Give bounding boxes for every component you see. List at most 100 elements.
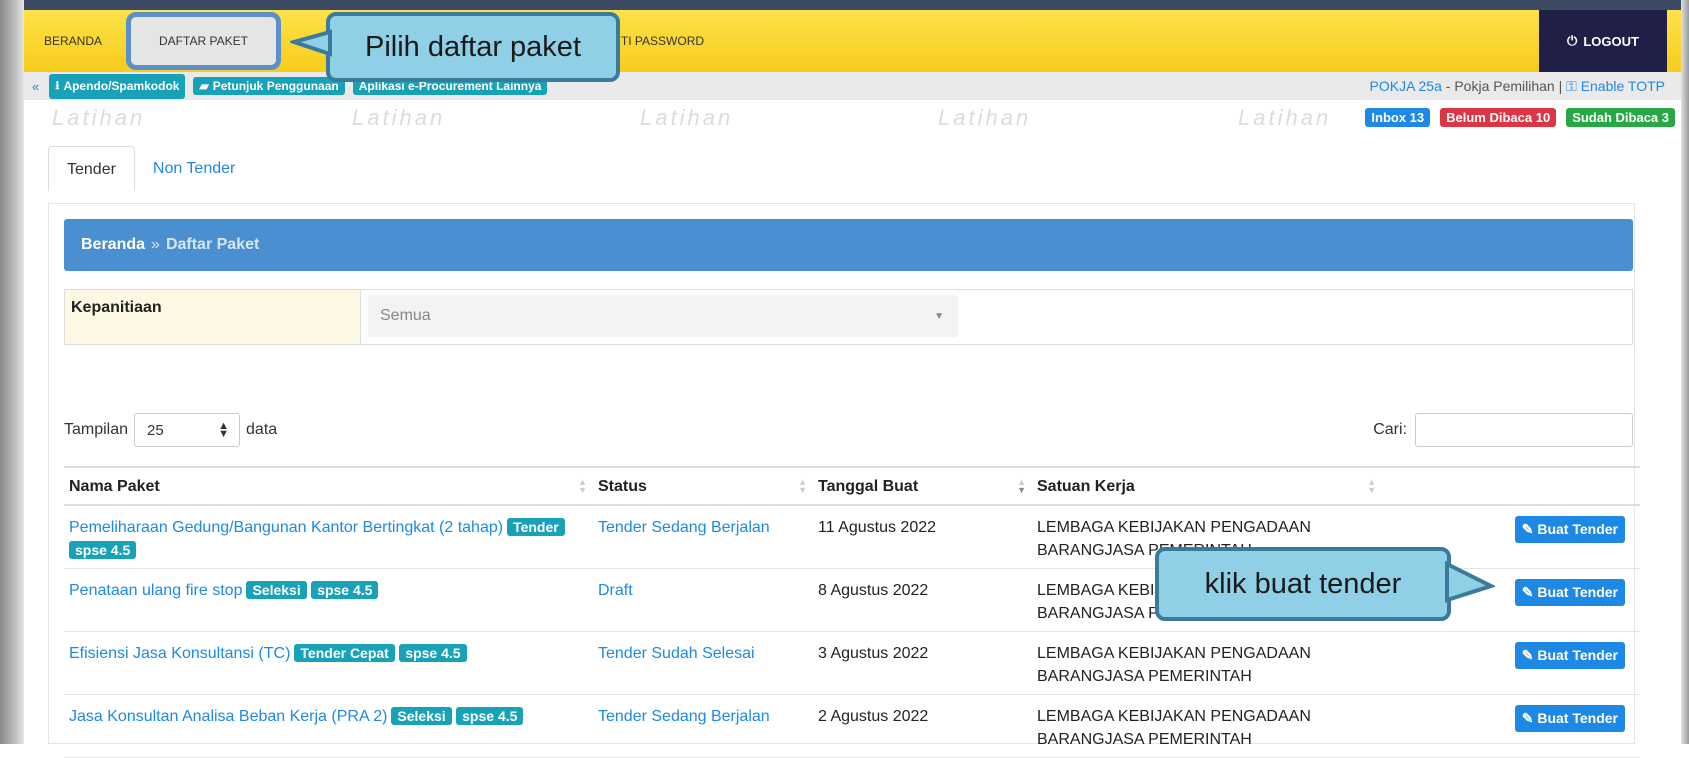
buat-tender-button[interactable]: ✎ Buat Tender	[1514, 704, 1625, 732]
cell-tanggal: 3 Agustus 2022	[813, 631, 1032, 695]
tab-non-tender[interactable]: Non Tender	[135, 146, 253, 191]
buat-tender-button[interactable]: ✎ Buat Tender	[1514, 578, 1625, 606]
col-tanggal-buat[interactable]: Tanggal Buat ▲ ▼	[813, 466, 1032, 506]
callout-pointer-icon	[290, 29, 332, 57]
window-top-border	[0, 0, 1689, 10]
callout-pointer-icon	[1445, 560, 1495, 603]
kepanitiaan-select[interactable]: Semua ▼	[368, 295, 958, 337]
length-suffix: data	[246, 421, 278, 438]
watermark: Latihan	[640, 105, 734, 130]
breadcrumb-home[interactable]: Beranda	[81, 236, 145, 254]
message-badges: Inbox 13 Belum Dibaca 10 Sudah Dibaca 3	[1365, 108, 1675, 127]
collapse-chevron-icon[interactable]: «	[32, 79, 39, 94]
updown-arrows-icon: ▲ ▼	[218, 420, 230, 440]
cell-action: ✎ Buat Tender	[1382, 694, 1640, 758]
cell-tanggal: 8 Agustus 2022	[813, 568, 1032, 632]
top-navbar: BERANDA DAFTAR PAKET GANTI PASSWORD ⏻ LO…	[24, 10, 1681, 72]
apendo-link[interactable]: ⭳ Apendo/Spamkodok	[49, 73, 186, 99]
version-badge: spse 4.5	[399, 643, 467, 662]
sort-icon: ▲ ▼	[1017, 477, 1026, 495]
unread-badge[interactable]: Belum Dibaca 10	[1440, 108, 1557, 127]
col-nama-paket[interactable]: Nama Paket ▲ ▼	[64, 466, 593, 506]
edit-icon: ✎	[1521, 646, 1538, 663]
cell-nama: Penataan ulang fire stop Seleksi spse 4.5	[64, 568, 593, 632]
edit-icon: ✎	[1521, 521, 1538, 537]
tag-badge: Tender	[507, 518, 565, 536]
apendo-label: Apendo/Spamkodok	[63, 79, 180, 93]
page-length-select[interactable]: 25 ▲ ▼	[134, 413, 241, 447]
cell-satuan-kerja: LEMBAGA KEBIJAKAN PENGADAAN BARANGJASA P…	[1032, 631, 1382, 695]
tender-tabs: Tender Non Tender	[48, 146, 253, 191]
paket-link[interactable]: Penataan ulang fire stop	[69, 582, 242, 599]
col-status[interactable]: Status ▲ ▼	[593, 466, 813, 506]
buat-tender-button[interactable]: ✎ Buat Tender	[1514, 516, 1625, 543]
cell-nama: Pemeliharaan Gedung/Bangunan Kantor Bert…	[64, 505, 593, 569]
length-value: 25	[147, 421, 164, 439]
version-badge: spse 4.5	[311, 580, 379, 599]
window-right-shadow	[1681, 0, 1689, 744]
callout-klik-buat-tender: klik buat tender	[1155, 547, 1451, 621]
callout-text: klik buat tender	[1204, 567, 1402, 600]
table-search: Cari:	[1373, 413, 1633, 447]
cell-status[interactable]: Draft	[593, 568, 813, 632]
logout-label: LOGOUT	[1583, 33, 1639, 49]
sort-icon: ▲ ▼	[1367, 477, 1376, 495]
length-prefix: Tampilan	[64, 421, 129, 438]
tag-badge: Tender Cepat	[294, 643, 395, 662]
edit-icon: ✎	[1521, 583, 1538, 600]
user-role: - Pokja Pemilihan |	[1441, 78, 1567, 94]
table-header-row: Nama Paket ▲ ▼ Status ▲ ▼ Tanggal Buat ▲ ▼ Sat…	[64, 466, 1640, 506]
filter-value: Semua	[380, 307, 431, 324]
user-info: POKJA 25a - Pokja Pemilihan | ⚿ Enable T…	[1370, 78, 1666, 95]
paket-link[interactable]: Pemeliharaan Gedung/Bangunan Kantor Bert…	[69, 519, 503, 536]
nav-daftar-paket[interactable]: DAFTAR PAKET	[126, 12, 281, 70]
callout-text: Pilih daftar paket	[364, 30, 581, 63]
tab-tender[interactable]: Tender	[48, 146, 135, 191]
inbox-badge[interactable]: Inbox 13	[1365, 108, 1431, 127]
cell-nama: Efisiensi Jasa Konsultansi (TC) Tender Ce…	[64, 631, 593, 695]
col-satuan-kerja[interactable]: Satuan Kerja ▲ ▼	[1032, 466, 1382, 506]
version-badge: spse 4.5	[69, 541, 137, 559]
table-row: Jasa Konsultan Analisa Beban Kerja (PRA …	[64, 694, 1640, 758]
sub-toolbar: « ⭳ Apendo/Spamkodok ▰ Petunjuk Pengguna…	[24, 72, 1681, 100]
watermark: Latihan	[1238, 105, 1332, 130]
petunjuk-link[interactable]: ▰ Petunjuk Penggunaan	[193, 77, 345, 95]
sort-icon: ▲ ▼	[798, 477, 807, 495]
cell-status[interactable]: Tender Sudah Selesai	[593, 631, 813, 695]
search-input[interactable]	[1415, 413, 1633, 447]
cell-action: ✎ Buat Tender	[1382, 631, 1640, 695]
nav-beranda[interactable]: BERANDA	[24, 10, 122, 72]
buat-tender-button[interactable]: ✎ Buat Tender	[1514, 641, 1625, 669]
key-icon: ⚿	[1566, 78, 1581, 94]
cell-tanggal: 11 Agustus 2022	[813, 505, 1032, 569]
petunjuk-label: Petunjuk Penggunaan	[212, 79, 339, 93]
cell-satuan-kerja: LEMBAGA KEBIJAKAN PENGADAAN BARANGJASA P…	[1032, 694, 1382, 758]
tag-badge: Seleksi	[391, 706, 452, 725]
page-length-control: Tampilan 25 ▲ ▼ data	[64, 413, 277, 447]
logout-button[interactable]: ⏻ LOGOUT	[1539, 10, 1667, 72]
window-left-shadow	[0, 0, 24, 744]
totp-link[interactable]: Enable TOTP	[1581, 78, 1665, 94]
paket-link[interactable]: Jasa Konsultan Analisa Beban Kerja (PRA …	[69, 708, 387, 725]
version-badge: spse 4.5	[456, 706, 524, 725]
cell-nama: Jasa Konsultan Analisa Beban Kerja (PRA …	[64, 694, 593, 758]
col-action	[1382, 466, 1640, 506]
paket-link[interactable]: Efisiensi Jasa Konsultansi (TC)	[69, 645, 290, 662]
download-icon: ⭳	[55, 77, 60, 92]
read-badge[interactable]: Sudah Dibaca 3	[1566, 108, 1675, 127]
cell-tanggal: 2 Agustus 2022	[813, 694, 1032, 758]
cell-status[interactable]: Tender Sedang Berjalan	[593, 694, 813, 758]
app-frame: BERANDA DAFTAR PAKET GANTI PASSWORD ⏻ LO…	[0, 0, 1689, 758]
cell-status[interactable]: Tender Sedang Berjalan	[593, 505, 813, 569]
watermark: Latihan	[352, 105, 446, 130]
edit-icon: ✎	[1521, 709, 1538, 726]
tag-badge: Seleksi	[246, 580, 307, 599]
breadcrumb: Beranda » Daftar Paket	[64, 219, 1633, 271]
kepanitiaan-filter: Kepanitiaan Semua ▼	[64, 289, 1633, 345]
book-icon: ▰	[199, 79, 209, 93]
table-row: Efisiensi Jasa Konsultansi (TC) Tender Ce…	[64, 631, 1640, 695]
user-link[interactable]: POKJA 25a	[1370, 78, 1442, 94]
search-label: Cari:	[1373, 421, 1407, 438]
callout-pilih-daftar-paket: Pilih daftar paket	[326, 12, 620, 82]
watermark: Latihan	[938, 105, 1032, 130]
